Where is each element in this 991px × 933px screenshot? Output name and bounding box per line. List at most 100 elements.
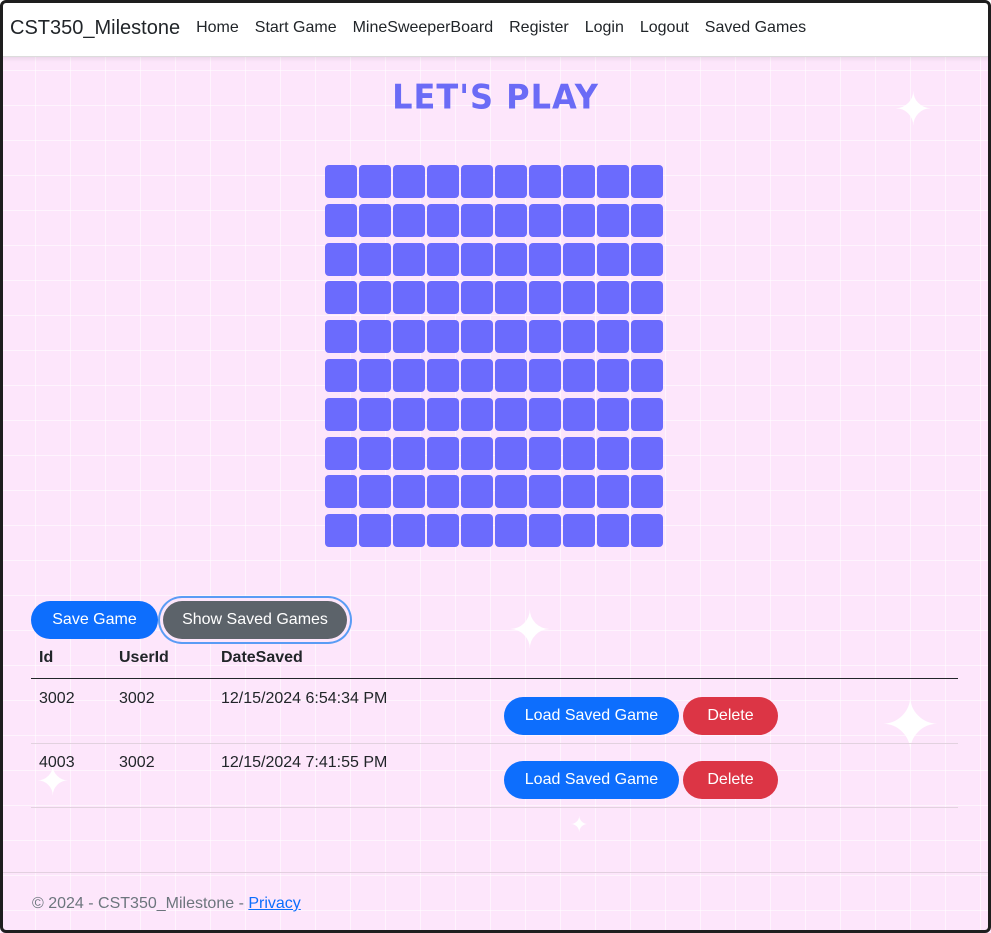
board-cell[interactable] — [631, 436, 663, 470]
nav-link-login[interactable]: Login — [585, 19, 624, 37]
board-cell[interactable] — [359, 203, 391, 237]
board-cell[interactable] — [563, 514, 595, 548]
delete-button[interactable]: Delete — [683, 761, 778, 799]
board-cell[interactable] — [461, 436, 493, 470]
board-cell[interactable] — [427, 281, 459, 315]
board-cell[interactable] — [529, 203, 561, 237]
board-cell[interactable] — [563, 165, 595, 198]
board-cell[interactable] — [529, 281, 561, 315]
board-cell[interactable] — [393, 475, 425, 509]
board-cell[interactable] — [461, 242, 493, 276]
board-cell[interactable] — [563, 320, 595, 354]
board-cell[interactable] — [427, 514, 459, 548]
board-cell[interactable] — [495, 165, 527, 198]
board-cell[interactable] — [495, 281, 527, 315]
board-cell[interactable] — [597, 475, 629, 509]
board-cell[interactable] — [393, 242, 425, 276]
board-cell[interactable] — [529, 358, 561, 392]
board-cell[interactable] — [597, 397, 629, 431]
board-cell[interactable] — [325, 436, 357, 470]
board-cell[interactable] — [529, 242, 561, 276]
board-cell[interactable] — [325, 165, 357, 198]
board-cell[interactable] — [427, 475, 459, 509]
board-cell[interactable] — [563, 281, 595, 315]
board-cell[interactable] — [563, 436, 595, 470]
board-cell[interactable] — [563, 358, 595, 392]
board-cell[interactable] — [529, 436, 561, 470]
load-saved-game-button[interactable]: Load Saved Game — [504, 697, 679, 735]
board-cell[interactable] — [495, 514, 527, 548]
nav-link-minesweeper-board[interactable]: MineSweeperBoard — [353, 19, 494, 37]
board-cell[interactable] — [529, 514, 561, 548]
board-cell[interactable] — [529, 320, 561, 354]
navbar-brand[interactable]: CST350_Milestone — [10, 17, 180, 40]
nav-link-saved-games[interactable]: Saved Games — [705, 19, 806, 37]
board-cell[interactable] — [359, 242, 391, 276]
board-cell[interactable] — [597, 281, 629, 315]
board-cell[interactable] — [631, 281, 663, 315]
board-cell[interactable] — [359, 436, 391, 470]
board-cell[interactable] — [427, 203, 459, 237]
board-cell[interactable] — [631, 203, 663, 237]
board-cell[interactable] — [427, 358, 459, 392]
board-cell[interactable] — [461, 397, 493, 431]
board-cell[interactable] — [529, 397, 561, 431]
nav-link-home[interactable]: Home — [196, 19, 239, 37]
board-cell[interactable] — [393, 320, 425, 354]
delete-button[interactable]: Delete — [683, 697, 778, 735]
board-cell[interactable] — [631, 242, 663, 276]
board-cell[interactable] — [359, 320, 391, 354]
board-cell[interactable] — [325, 475, 357, 509]
board-cell[interactable] — [359, 358, 391, 392]
board-cell[interactable] — [495, 203, 527, 237]
board-cell[interactable] — [563, 397, 595, 431]
board-cell[interactable] — [393, 514, 425, 548]
board-cell[interactable] — [393, 203, 425, 237]
board-cell[interactable] — [393, 397, 425, 431]
load-saved-game-button[interactable]: Load Saved Game — [504, 761, 679, 799]
board-cell[interactable] — [597, 320, 629, 354]
board-cell[interactable] — [597, 203, 629, 237]
board-cell[interactable] — [631, 514, 663, 548]
board-cell[interactable] — [597, 242, 629, 276]
board-cell[interactable] — [393, 436, 425, 470]
board-cell[interactable] — [461, 514, 493, 548]
board-cell[interactable] — [393, 281, 425, 315]
board-cell[interactable] — [461, 165, 493, 198]
board-cell[interactable] — [563, 203, 595, 237]
board-cell[interactable] — [461, 203, 493, 237]
board-cell[interactable] — [495, 397, 527, 431]
board-cell[interactable] — [563, 242, 595, 276]
board-cell[interactable] — [529, 165, 561, 198]
board-cell[interactable] — [359, 514, 391, 548]
board-cell[interactable] — [495, 320, 527, 354]
nav-link-logout[interactable]: Logout — [640, 19, 689, 37]
board-cell[interactable] — [461, 281, 493, 315]
board-cell[interactable] — [495, 436, 527, 470]
save-game-button[interactable]: Save Game — [31, 601, 158, 639]
board-cell[interactable] — [427, 397, 459, 431]
board-cell[interactable] — [631, 320, 663, 354]
board-cell[interactable] — [427, 436, 459, 470]
board-cell[interactable] — [427, 242, 459, 276]
show-saved-games-button[interactable]: Show Saved Games — [163, 601, 347, 639]
board-cell[interactable] — [529, 475, 561, 509]
board-cell[interactable] — [495, 242, 527, 276]
board-cell[interactable] — [325, 358, 357, 392]
board-cell[interactable] — [359, 397, 391, 431]
board-cell[interactable] — [359, 281, 391, 315]
board-cell[interactable] — [427, 320, 459, 354]
board-cell[interactable] — [461, 358, 493, 392]
board-cell[interactable] — [495, 358, 527, 392]
board-cell[interactable] — [325, 320, 357, 354]
board-cell[interactable] — [359, 475, 391, 509]
privacy-link[interactable]: Privacy — [248, 895, 300, 912]
board-cell[interactable] — [325, 514, 357, 548]
board-cell[interactable] — [597, 436, 629, 470]
board-cell[interactable] — [393, 165, 425, 198]
board-cell[interactable] — [597, 514, 629, 548]
board-cell[interactable] — [325, 242, 357, 276]
board-cell[interactable] — [461, 320, 493, 354]
board-cell[interactable] — [359, 165, 391, 198]
board-cell[interactable] — [597, 358, 629, 392]
